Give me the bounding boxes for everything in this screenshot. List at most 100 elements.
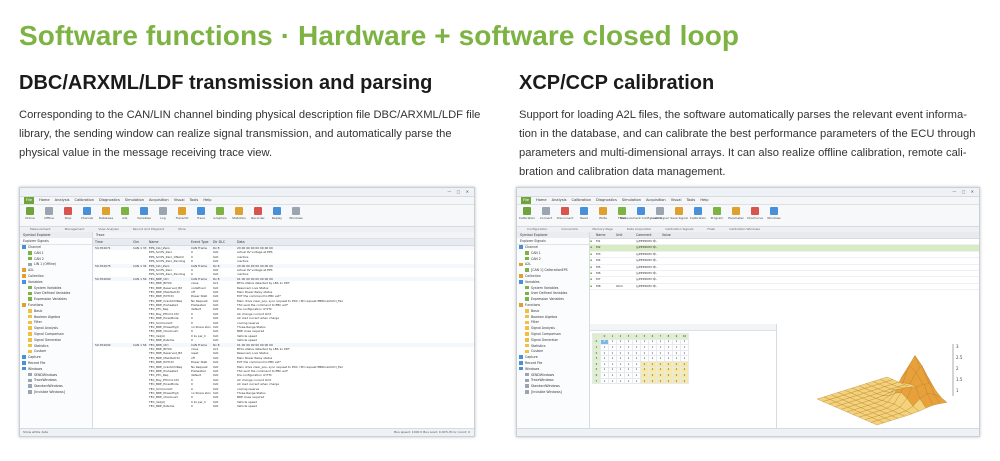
tree-node-icon xyxy=(28,384,32,388)
ribbon-button[interactable]: Statistics xyxy=(232,207,246,220)
menu-item[interactable]: Simulation xyxy=(125,197,144,204)
menu-item[interactable]: Diagnostics xyxy=(596,197,617,204)
menu-item[interactable]: Analysis xyxy=(552,197,567,204)
trace-column-header[interactable]: Dir DLC xyxy=(211,239,235,245)
ribbon-button[interactable]: Channel xyxy=(80,207,94,220)
calibration-parameter-grid: Name Unit Comment Value ▪ M1 从EEPROM 中.. ▪ M2 从E… xyxy=(590,232,979,324)
tree-item-label: Collection xyxy=(28,273,44,278)
window-controls-icon[interactable]: — ▢ ✕ xyxy=(952,189,976,194)
ribbon-button[interactable]: Replay xyxy=(270,207,284,220)
trace-row[interactable]: TEC_BRE_Rsteme 0 0x0 Vehicle speed xyxy=(93,404,474,408)
trace-column-header[interactable]: Name xyxy=(147,239,189,245)
matrix-cell[interactable]: 1 xyxy=(616,377,625,385)
ribbon-button[interactable]: Disconnect xyxy=(557,207,573,220)
ribbon-button[interactable]: A2L xyxy=(118,207,132,220)
matrix-cell[interactable]: 1 xyxy=(624,377,633,385)
grid-column-header[interactable]: Name xyxy=(596,232,616,238)
menu-item[interactable]: Tools xyxy=(686,197,695,204)
tree-item[interactable]: [Invisible Windows] xyxy=(20,390,92,396)
menu-item[interactable]: Help xyxy=(700,197,708,204)
menu-item[interactable]: Calibration xyxy=(571,197,591,204)
explorer-tabs[interactable]: Explorer Signals xyxy=(517,238,589,245)
ribbon-button[interactable]: Online xyxy=(23,207,37,220)
menu-item[interactable]: Diagnostics xyxy=(99,197,120,204)
matrix-cell[interactable]: 1 xyxy=(664,377,673,385)
tree-node-icon xyxy=(28,291,32,296)
matrix-cell[interactable]: 1 xyxy=(648,377,657,385)
tree-item-label: Windows xyxy=(525,366,540,371)
ribbon-button[interactable]: Offline xyxy=(42,207,56,220)
menu-item[interactable]: Visual xyxy=(671,197,682,204)
menu-item[interactable]: Acquisition xyxy=(149,197,169,204)
trace-column-header[interactable]: Event Type xyxy=(189,239,211,245)
tree-item[interactable]: [Invisible Windows] xyxy=(517,390,589,396)
ribbon-toolbar: Calibration Connect Disconnect Read Write Fla… xyxy=(517,205,979,227)
ribbon-button[interactable]: Recorder xyxy=(251,207,265,220)
grid-column-header[interactable]: Value xyxy=(662,232,979,238)
ribbon-button[interactable]: Windows xyxy=(289,207,303,220)
menu-item[interactable]: Home xyxy=(536,197,547,204)
param-name: M3 xyxy=(596,251,601,256)
ribbon-button[interactable]: CharCurve xyxy=(747,207,763,220)
explorer-tabs[interactable]: Explorer Signals xyxy=(20,238,92,245)
matrix-cell[interactable]: 1 xyxy=(656,377,665,385)
menu-item[interactable]: Visual xyxy=(174,197,185,204)
window-titlebar: — ▢ ✕ xyxy=(517,188,979,197)
ribbon-button[interactable]: Load Signal xyxy=(651,207,669,220)
tree-item-label: CAN 1 xyxy=(531,250,541,255)
grid-row[interactable]: ▪ M8 Ohm 从EEPROM 中.. xyxy=(590,284,979,291)
show-white-data-checkbox[interactable]: Show white data xyxy=(23,430,48,434)
ribbon-button[interactable]: Transmit xyxy=(175,207,189,220)
tree-item-label: Collection xyxy=(525,273,541,278)
menu-item[interactable]: Home xyxy=(39,197,50,204)
ribbon-button[interactable]: Parameter xyxy=(728,207,744,220)
ribbon-button[interactable]: Program xyxy=(710,207,724,220)
ribbon-button[interactable]: Connect xyxy=(539,207,553,220)
ribbon-button-label: Transmit xyxy=(175,216,189,220)
matrix-cell[interactable]: 1 xyxy=(672,377,681,385)
ribbon-button-icon xyxy=(216,207,224,215)
ribbon-button[interactable]: Save Signal xyxy=(670,207,688,220)
ribbon-button[interactable]: Variables xyxy=(137,207,151,220)
trace-column-header[interactable]: Data xyxy=(235,239,474,245)
ribbon-button[interactable]: Trace xyxy=(194,207,208,220)
ribbon-button-label: Variables xyxy=(137,216,151,220)
tree-item-label: [Invisible Windows] xyxy=(531,389,562,394)
ribbon-button[interactable]: Calibration xyxy=(519,207,535,220)
ribbon-button[interactable]: Windows xyxy=(767,207,781,220)
tree-item-label: Signal Generator xyxy=(531,337,558,342)
menu-item[interactable]: File xyxy=(521,197,532,204)
menu-item[interactable]: Simulation xyxy=(622,197,641,204)
ribbon-button[interactable]: Graphics xyxy=(213,207,227,220)
ribbon-button[interactable]: Measurement Configuration xyxy=(620,207,662,220)
menu-item[interactable]: Help xyxy=(203,197,211,204)
ribbon-button-icon xyxy=(637,207,645,215)
trace-column-header[interactable]: Chn xyxy=(131,239,147,245)
matrix-cell[interactable]: 1 xyxy=(680,377,689,385)
matrix-cell[interactable]: 7 xyxy=(592,377,601,385)
ribbon-button[interactable]: Calibration xyxy=(690,207,706,220)
ribbon-button-icon xyxy=(675,207,683,215)
grid-column-header[interactable]: Comment xyxy=(636,232,662,238)
ribbon-button[interactable]: Read xyxy=(577,207,591,220)
menu-item[interactable]: Tools xyxy=(189,197,198,204)
menu-item[interactable]: Calibration xyxy=(74,197,94,204)
trace-column-header[interactable]: Time xyxy=(93,239,131,245)
ribbon-button-label: Parameter xyxy=(728,216,744,220)
ribbon-button[interactable]: Stop xyxy=(61,207,75,220)
ribbon-button[interactable]: Database xyxy=(99,207,113,220)
ribbon-button[interactable]: Log xyxy=(156,207,170,220)
ribbon-button[interactable]: Write xyxy=(596,207,610,220)
param-value xyxy=(662,277,979,282)
menu-item[interactable]: Analysis xyxy=(55,197,70,204)
grid-column-header[interactable]: Unit xyxy=(616,232,636,238)
tree-node-icon xyxy=(525,309,529,313)
matrix-cell[interactable]: 1 xyxy=(632,377,641,385)
matrix-cell[interactable]: 1 xyxy=(600,377,609,385)
tree-node-icon xyxy=(22,280,26,284)
matrix-cell[interactable]: 1 xyxy=(640,377,649,385)
matrix-cell[interactable]: 1 xyxy=(608,377,617,385)
menu-item[interactable]: File xyxy=(24,197,35,204)
window-controls-icon[interactable]: — ▢ ✕ xyxy=(447,189,471,194)
menu-item[interactable]: Acquisition xyxy=(646,197,666,204)
